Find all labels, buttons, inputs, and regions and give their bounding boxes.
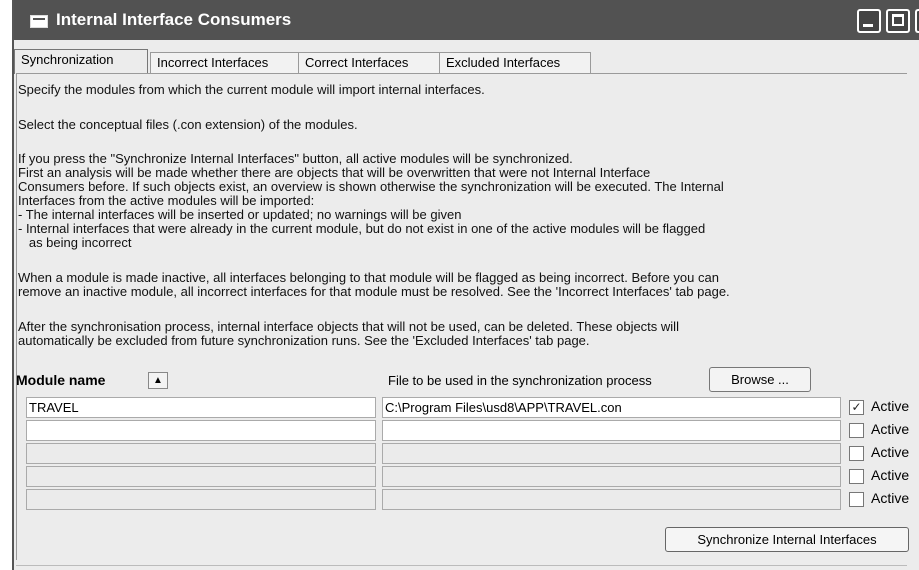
module-name-field[interactable]: TRAVEL (26, 397, 376, 418)
description-line: When a module is made inactive, all inte… (18, 270, 719, 285)
file-header: File to be used in the synchronization p… (388, 373, 652, 388)
minimize-button[interactable] (857, 9, 881, 33)
active-checkbox[interactable] (849, 492, 864, 507)
module-name-field[interactable] (26, 466, 376, 487)
tab-synchronization[interactable]: Synchronization (14, 49, 148, 74)
browse-button[interactable]: Browse ... (709, 367, 811, 392)
synchronize-button[interactable]: Synchronize Internal Interfaces (665, 527, 909, 552)
divider (16, 565, 907, 566)
window-icon (30, 15, 48, 28)
active-label: Active (871, 467, 910, 483)
title-bar[interactable]: Internal Interface Consumers (14, 0, 919, 40)
module-name-field[interactable] (26, 489, 376, 510)
active-label: Active (871, 398, 910, 414)
description-line: - Internal interfaces that were already … (18, 221, 706, 236)
maximize-button[interactable] (886, 9, 910, 33)
description-line: as being incorrect (18, 235, 132, 250)
tab-incorrect-interfaces[interactable]: Incorrect Interfaces (150, 52, 307, 73)
module-name-field[interactable] (26, 443, 376, 464)
description-line: After the synchronisation process, inter… (18, 319, 679, 334)
active-label: Active (871, 444, 910, 460)
description-line: Specify the modules from which the curre… (18, 82, 485, 97)
tab-excluded-interfaces[interactable]: Excluded Interfaces (439, 52, 591, 73)
module-name-field[interactable] (26, 420, 376, 441)
active-checkbox[interactable] (849, 446, 864, 461)
sort-ascending-icon[interactable]: ▲ (148, 372, 168, 389)
description-line: Consumers before. If such objects exist,… (18, 179, 724, 194)
file-path-field[interactable] (382, 443, 841, 464)
active-checkbox[interactable] (849, 469, 864, 484)
description-line: Interfaces from the active modules will … (18, 193, 315, 208)
tab-correct-interfaces[interactable]: Correct Interfaces (298, 52, 444, 73)
description-line: automatically be excluded from future sy… (18, 333, 590, 348)
close-button[interactable] (915, 9, 919, 33)
file-path-field[interactable] (382, 466, 841, 487)
description-line: remove an inactive module, all incorrect… (18, 284, 730, 299)
window-title: Internal Interface Consumers (56, 10, 292, 29)
description-line: - The internal interfaces will be insert… (18, 207, 462, 222)
active-label: Active (871, 490, 910, 506)
description-line: First an analysis will be made whether t… (18, 165, 651, 180)
description-line: Select the conceptual files (.con extens… (18, 117, 358, 132)
file-path-field[interactable] (382, 489, 841, 510)
file-path-field[interactable]: C:\Program Files\usd8\APP\TRAVEL.con (382, 397, 841, 418)
file-path-field[interactable] (382, 420, 841, 441)
description-line: If you press the "Synchronize Internal I… (18, 151, 573, 166)
module-name-header[interactable]: Module name (16, 372, 105, 388)
active-checkbox[interactable]: ✓ (849, 400, 864, 415)
active-checkbox[interactable] (849, 423, 864, 438)
active-label: Active (871, 421, 910, 437)
